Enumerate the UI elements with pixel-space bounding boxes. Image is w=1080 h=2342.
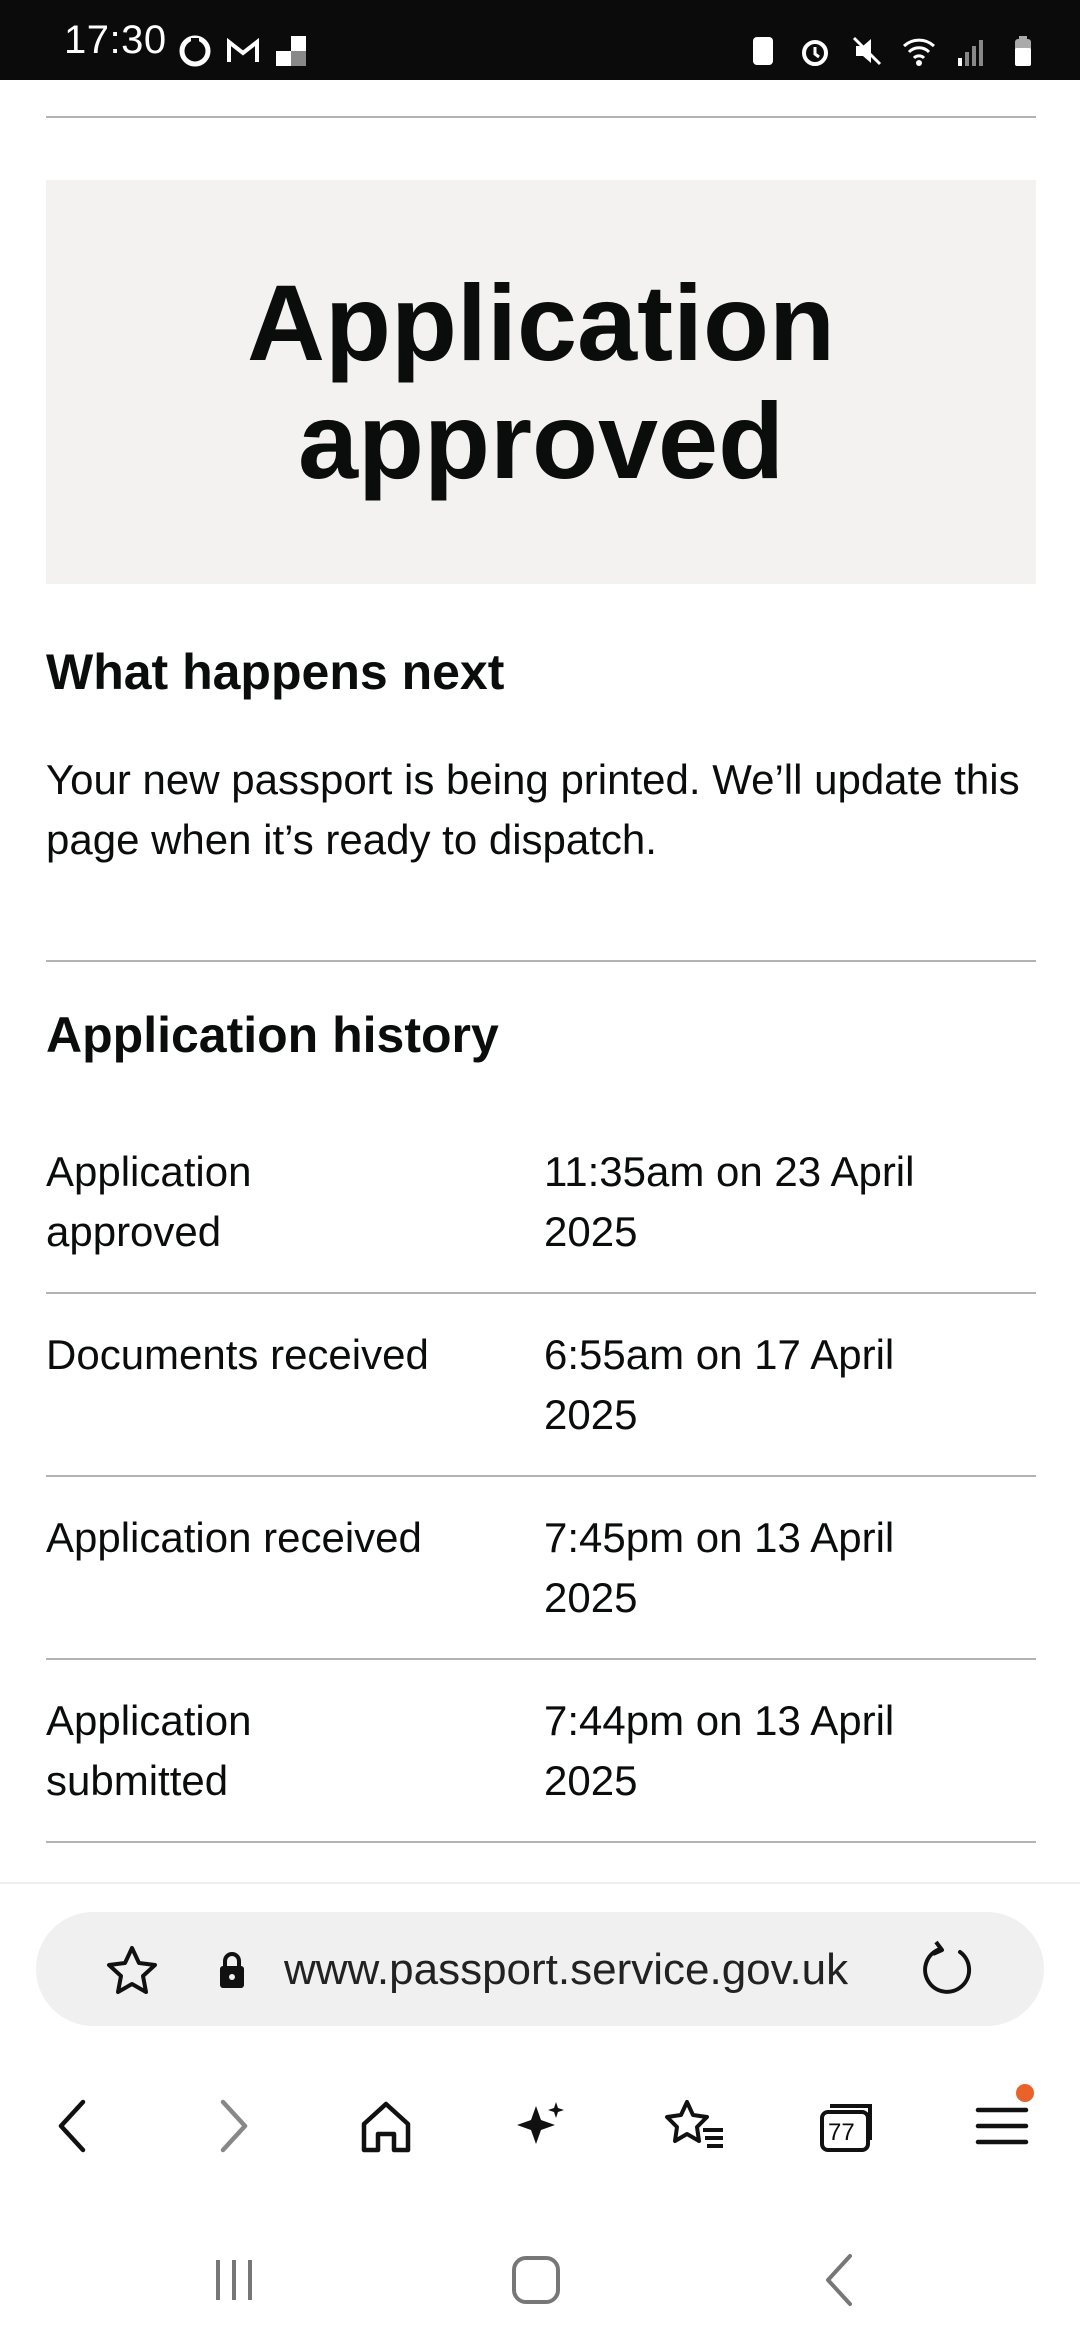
battery-saver-icon	[753, 37, 773, 65]
wifi-icon	[902, 38, 936, 66]
history-event: Documents received	[46, 1331, 429, 1378]
reload-icon[interactable]	[916, 1938, 978, 2000]
row-divider	[46, 1658, 1036, 1660]
notification-dot	[1016, 2084, 1034, 2102]
section-divider	[46, 960, 1036, 962]
tabs-count: 77	[828, 2119, 855, 2146]
system-home-button[interactable]	[496, 2240, 576, 2320]
lock-icon[interactable]	[212, 1948, 252, 1992]
history-event: Application approved	[46, 1148, 252, 1255]
back-button[interactable]	[34, 2086, 114, 2166]
home-icon	[361, 2101, 411, 2153]
back-icon	[58, 2099, 86, 2153]
forward-button[interactable]	[192, 2086, 272, 2166]
history-time: 7:44pm on 13 April 2025	[544, 1697, 895, 1804]
home-button[interactable]	[346, 2086, 426, 2166]
sync-icon	[179, 35, 211, 67]
history-event: Application submitted	[46, 1697, 252, 1804]
back-gesture-icon	[826, 2254, 852, 2306]
status-bar: 17:30	[0, 0, 1080, 80]
news-icon	[276, 36, 306, 66]
url-bar[interactable]: www.passport.service.gov.uk	[36, 1912, 1044, 2026]
row-divider	[46, 1292, 1036, 1294]
history-event: Application received	[46, 1514, 422, 1561]
status-right-icons	[746, 34, 1040, 68]
history-time: 7:45pm on 13 April 2025	[544, 1514, 895, 1621]
recents-button[interactable]	[194, 2240, 274, 2320]
menu-button[interactable]	[962, 2084, 1042, 2166]
battery-icon	[1015, 36, 1031, 66]
history-time: 11:35am on 23 April 2025	[544, 1148, 915, 1255]
recents-icon	[216, 2260, 252, 2300]
panel-title: Application approved	[247, 262, 835, 501]
row-divider	[46, 1841, 1036, 1843]
top-divider	[46, 116, 1036, 118]
history-heading: Application history	[46, 1007, 499, 1063]
next-heading: What happens next	[46, 644, 505, 700]
status-time: 17:30	[64, 18, 167, 62]
bookmarks-icon	[665, 2100, 723, 2148]
status-panel: Application approved	[46, 180, 1036, 584]
mute-icon	[852, 36, 882, 66]
ai-sparkle-icon	[517, 2102, 564, 2144]
system-nav-bar	[0, 2200, 1080, 2340]
menu-icon	[975, 2107, 1029, 2145]
history-time: 6:55am on 17 April 2025	[544, 1331, 895, 1438]
next-text: Your new passport is being printed. We’l…	[46, 756, 1020, 863]
system-back-button[interactable]	[800, 2240, 880, 2320]
alarm-icon	[802, 40, 828, 66]
gmail-icon	[227, 37, 259, 62]
bookmarks-button[interactable]	[654, 2086, 734, 2166]
tabs-button[interactable]: 77	[808, 2086, 888, 2166]
status-left-icons	[178, 34, 308, 68]
signal-icon	[958, 40, 983, 66]
bookmark-star-icon[interactable]	[102, 1942, 162, 2002]
row-divider	[46, 1475, 1036, 1477]
forward-icon	[220, 2099, 248, 2153]
url-text[interactable]: www.passport.service.gov.uk	[284, 1938, 914, 2002]
home-button-icon	[512, 2256, 560, 2304]
ai-button[interactable]	[500, 2086, 580, 2166]
browser-nav-row: 77	[0, 2074, 1080, 2174]
url-value: www.passport.service.gov.uk	[284, 1945, 849, 1994]
